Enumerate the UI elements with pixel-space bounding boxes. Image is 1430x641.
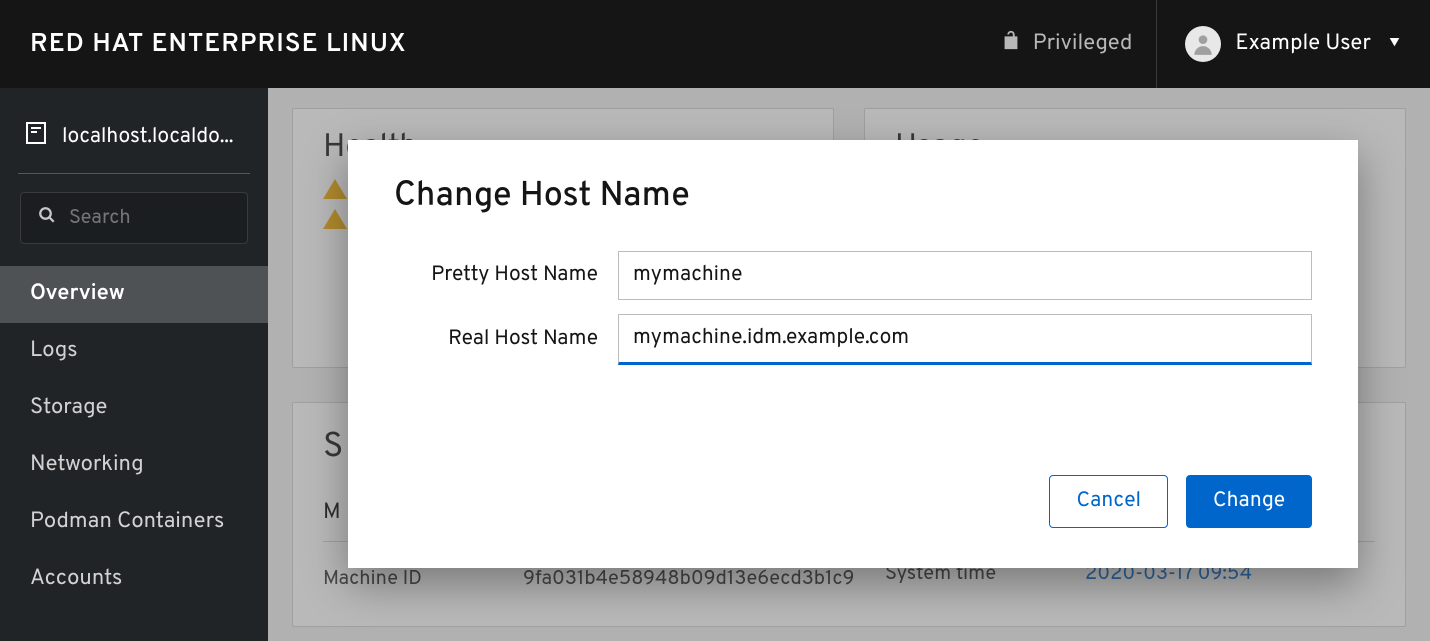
real-hostname-row: Real Host Name xyxy=(394,314,1312,365)
privileged-label: Privileged xyxy=(1033,31,1133,58)
server-icon xyxy=(24,120,48,155)
change-button[interactable]: Change xyxy=(1186,475,1312,528)
privileged-indicator[interactable]: Privileged xyxy=(1001,0,1158,88)
sidebar-item-podman[interactable]: Podman Containers xyxy=(0,494,268,551)
sidebar-divider xyxy=(18,173,250,174)
sidebar-item-overview[interactable]: Overview xyxy=(0,266,268,323)
caret-down-icon: ▼ xyxy=(1389,36,1400,53)
sidebar-item-storage[interactable]: Storage xyxy=(0,380,268,437)
nav: Overview Logs Storage Networking Podman … xyxy=(0,266,268,608)
pretty-hostname-label: Pretty Host Name xyxy=(394,262,618,289)
host-selector[interactable]: localhost.localdo... xyxy=(0,108,268,173)
dialog-actions: Cancel Change xyxy=(394,475,1312,528)
search-icon xyxy=(38,206,56,231)
pretty-hostname-input[interactable] xyxy=(618,251,1312,300)
real-hostname-input[interactable] xyxy=(618,314,1312,365)
real-hostname-label: Real Host Name xyxy=(394,326,618,353)
sidebar-item-logs[interactable]: Logs xyxy=(0,323,268,380)
cancel-button[interactable]: Cancel xyxy=(1049,475,1168,528)
search-wrap xyxy=(0,192,268,266)
header-right: Privileged Example User ▼ xyxy=(1001,0,1400,88)
hostname-display: localhost.localdo... xyxy=(62,124,233,151)
username-label: Example User xyxy=(1235,31,1371,58)
sidebar: localhost.localdo... Overview Logs Stora… xyxy=(0,88,268,641)
sidebar-item-networking[interactable]: Networking xyxy=(0,437,268,494)
unlock-icon xyxy=(1001,29,1021,60)
sidebar-item-accounts[interactable]: Accounts xyxy=(0,551,268,608)
brand-title: RED HAT ENTERPRISE LINUX xyxy=(30,28,407,61)
user-menu[interactable]: Example User ▼ xyxy=(1185,26,1400,62)
avatar-icon xyxy=(1185,26,1221,62)
dialog-title: Change Host Name xyxy=(394,176,1312,219)
pretty-hostname-row: Pretty Host Name xyxy=(394,251,1312,300)
change-hostname-dialog: Change Host Name Pretty Host Name Real H… xyxy=(348,140,1358,568)
top-header: RED HAT ENTERPRISE LINUX Privileged Exam… xyxy=(0,0,1430,88)
